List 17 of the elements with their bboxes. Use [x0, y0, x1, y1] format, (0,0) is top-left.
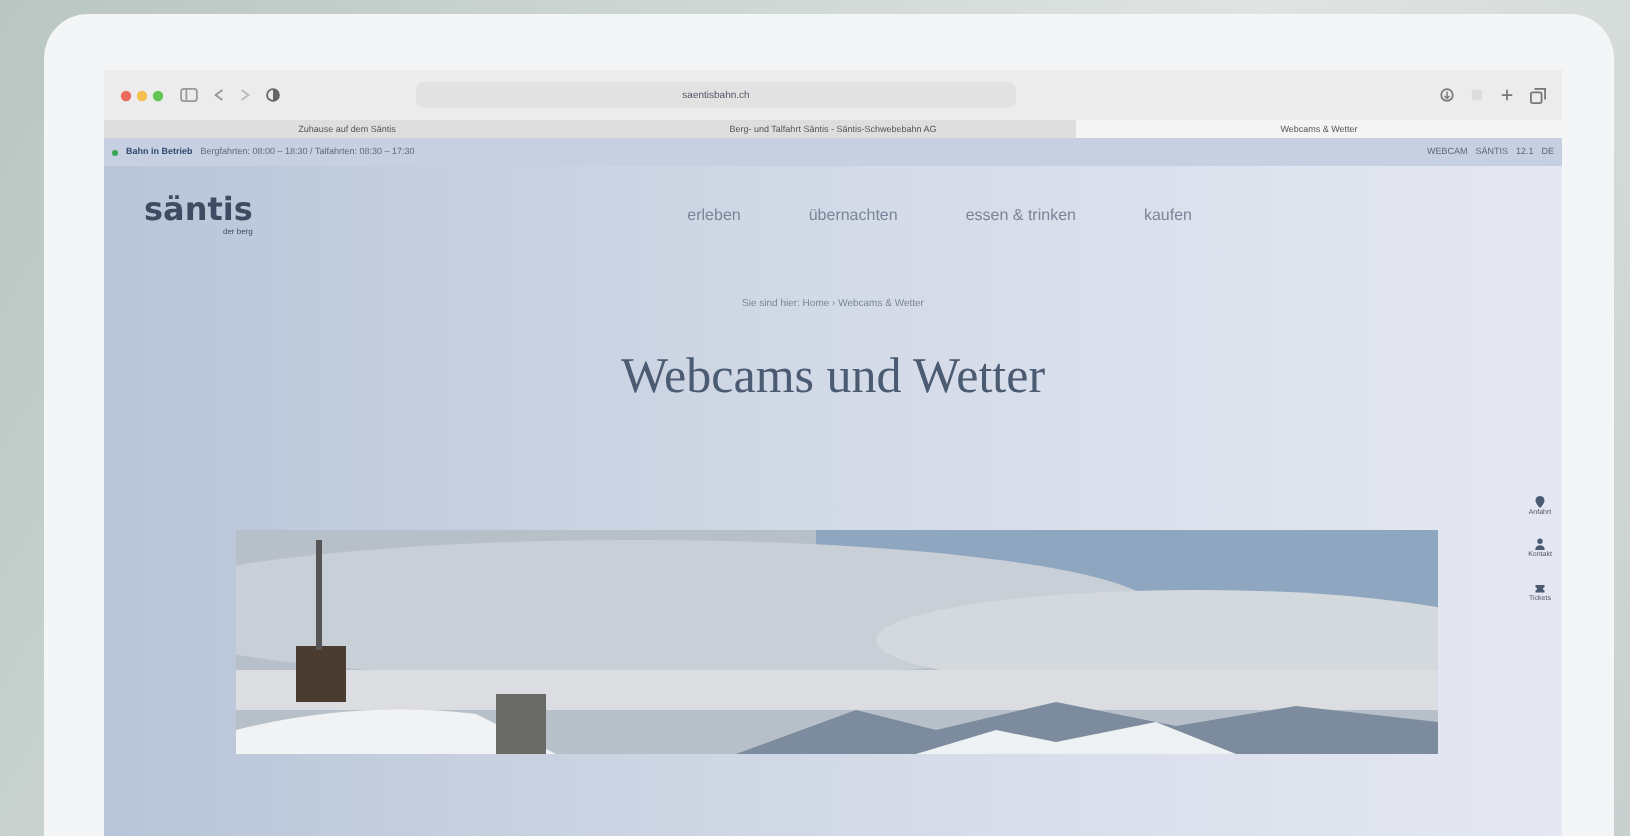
- ticket-icon: [1534, 581, 1546, 593]
- status-dot-icon: [112, 149, 118, 155]
- sidebar-icon[interactable]: [180, 88, 198, 102]
- nav-link[interactable]: erleben: [687, 204, 741, 228]
- window-controls-icon[interactable]: [120, 89, 164, 101]
- forward-icon[interactable]: [240, 88, 250, 102]
- nav-link[interactable]: essen & trinken: [965, 204, 1076, 228]
- pin-icon: [1533, 496, 1546, 508]
- nav-link[interactable]: übernachten: [808, 204, 898, 228]
- person-icon: [1534, 538, 1546, 551]
- new-tab-icon[interactable]: [1500, 88, 1514, 102]
- logo[interactable]: säntis: [144, 194, 253, 226]
- nav-link[interactable]: kaufen: [1143, 204, 1192, 228]
- page-title: Webcams und Wetter: [618, 347, 1048, 407]
- back-icon[interactable]: [214, 88, 224, 102]
- download-icon[interactable]: [1440, 88, 1454, 102]
- tabs-overview-icon[interactable]: [1530, 87, 1546, 103]
